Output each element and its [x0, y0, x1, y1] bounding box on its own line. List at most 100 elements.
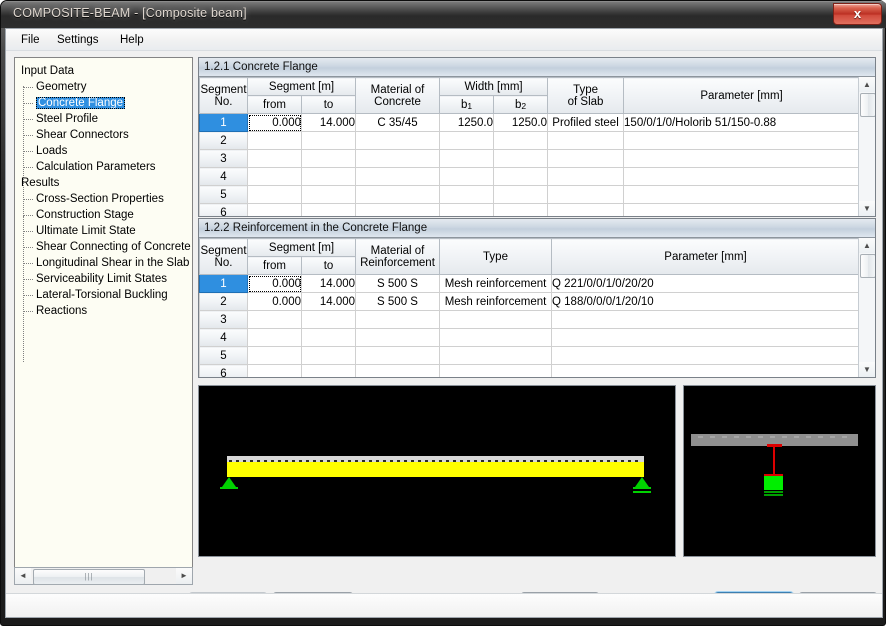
- cell-type[interactable]: [547, 203, 625, 216]
- scroll-up-button[interactable]: ▲: [859, 238, 875, 253]
- tree-item-loads[interactable]: Loads: [22, 144, 67, 159]
- table-row[interactable]: 5: [199, 346, 861, 365]
- cell-from[interactable]: [247, 364, 302, 377]
- table-row[interactable]: 5: [199, 185, 861, 204]
- tree-group-input-data[interactable]: Input Data: [21, 64, 74, 79]
- col-b2[interactable]: b2: [493, 95, 549, 114]
- cell-from[interactable]: 0.000: [247, 292, 302, 311]
- scroll-down-button[interactable]: ▼: [859, 201, 875, 216]
- cell-to[interactable]: [300, 167, 357, 186]
- cell-type[interactable]: [439, 310, 553, 329]
- cell-parameter[interactable]: [623, 185, 861, 204]
- table-row[interactable]: 1 0.000 14.000 S 500 S Mesh reinforcemen…: [199, 274, 861, 293]
- col-b1[interactable]: b1: [439, 95, 495, 114]
- cell-to[interactable]: [300, 346, 357, 365]
- reinforcement-grid[interactable]: Segment No. Segment [m] Material of Rein…: [199, 238, 875, 377]
- col-parameter-mm[interactable]: Parameter [mm]: [623, 77, 861, 114]
- cell-to[interactable]: [300, 364, 357, 377]
- scroll-up-button[interactable]: ▲: [859, 77, 875, 92]
- col-segment-no[interactable]: Segment No.: [199, 238, 248, 275]
- row-header[interactable]: 5: [199, 185, 248, 204]
- cell-b2[interactable]: [493, 167, 549, 186]
- col-width-mm[interactable]: Width [mm]: [439, 77, 549, 96]
- cell-b2[interactable]: [493, 131, 549, 150]
- cell-from[interactable]: [247, 346, 302, 365]
- table-row[interactable]: 3: [199, 310, 861, 329]
- cell-parameter[interactable]: [551, 364, 861, 377]
- cell-from[interactable]: [247, 203, 302, 216]
- cell-material[interactable]: [355, 149, 441, 168]
- menu-settings[interactable]: Settings: [50, 32, 106, 48]
- tree-horizontal-scrollbar[interactable]: ◄ ||| ►: [14, 567, 193, 585]
- cell-material[interactable]: [355, 346, 441, 365]
- cell-b1[interactable]: [439, 149, 495, 168]
- col-segment-to[interactable]: to: [300, 95, 357, 114]
- tree-item-steel-profile[interactable]: Steel Profile: [22, 112, 98, 127]
- col-segment-to[interactable]: to: [300, 256, 357, 275]
- cell-type[interactable]: [547, 149, 625, 168]
- cell-parameter[interactable]: [623, 131, 861, 150]
- row-header[interactable]: 1: [199, 274, 248, 293]
- cell-material[interactable]: [355, 185, 441, 204]
- cell-to[interactable]: [300, 310, 357, 329]
- tree-item-cross-section-properties[interactable]: Cross-Section Properties: [23, 192, 164, 207]
- table-row[interactable]: 6: [199, 203, 861, 216]
- tree-item-calculation-parameters[interactable]: Calculation Parameters: [23, 160, 156, 175]
- cell-parameter[interactable]: [623, 149, 861, 168]
- cell-from[interactable]: 0.000: [247, 113, 302, 132]
- cell-from[interactable]: [247, 149, 302, 168]
- cell-from[interactable]: [247, 328, 302, 347]
- col-segment-from[interactable]: from: [247, 256, 302, 275]
- concrete-flange-grid[interactable]: Segment No. Segment [m] Material of Conc…: [199, 77, 875, 216]
- cell-b2[interactable]: 1250.0: [493, 113, 549, 132]
- cell-from[interactable]: [247, 167, 302, 186]
- scroll-right-button[interactable]: ►: [176, 568, 192, 584]
- row-header[interactable]: 2: [199, 292, 248, 311]
- col-segment-m[interactable]: Segment [m]: [246, 77, 357, 96]
- cell-from[interactable]: 0.000: [247, 274, 302, 293]
- col-parameter-mm[interactable]: Parameter [mm]: [551, 238, 861, 275]
- table-row[interactable]: 4: [199, 328, 861, 347]
- cell-parameter[interactable]: 150/0/1/0/Holorib 51/150-0.88: [623, 113, 861, 132]
- cell-b1[interactable]: [439, 185, 495, 204]
- scrollbar-thumb[interactable]: [860, 93, 875, 117]
- cell-to[interactable]: [300, 203, 357, 216]
- tree-item-geometry[interactable]: Geometry: [23, 80, 87, 95]
- beam-side-view-panel[interactable]: [198, 385, 676, 557]
- cell-from[interactable]: [247, 131, 302, 150]
- table-row[interactable]: 2: [199, 131, 861, 150]
- col-material-of-reinforcement[interactable]: Material of Reinforcement: [355, 238, 441, 275]
- row-header[interactable]: 3: [199, 310, 248, 329]
- col-segment-m[interactable]: Segment [m]: [246, 238, 357, 257]
- cell-parameter[interactable]: [623, 203, 861, 216]
- row-header[interactable]: 2: [199, 131, 248, 150]
- cell-b2[interactable]: [493, 203, 549, 216]
- cell-type[interactable]: [547, 131, 625, 150]
- cell-to[interactable]: [300, 328, 357, 347]
- cell-to[interactable]: [300, 131, 357, 150]
- cell-b1[interactable]: [439, 167, 495, 186]
- cell-type[interactable]: [439, 328, 553, 347]
- navigation-tree[interactable]: Input Data Geometry Concrete Flange Stee…: [14, 57, 193, 585]
- tree-item-reactions[interactable]: Reactions: [22, 304, 87, 319]
- table-row[interactable]: 6: [199, 364, 861, 377]
- row-header[interactable]: 4: [199, 328, 248, 347]
- cell-material[interactable]: [355, 203, 441, 216]
- row-header[interactable]: 3: [199, 149, 248, 168]
- tree-group-results[interactable]: Results: [21, 176, 59, 191]
- scroll-down-button[interactable]: ▼: [859, 362, 875, 377]
- cell-parameter[interactable]: Q 221/0/0/1/0/20/20: [551, 274, 861, 293]
- tree-item-construction-stage[interactable]: Construction Stage: [23, 208, 134, 223]
- col-segment-no[interactable]: Segment No.: [199, 77, 248, 114]
- row-header[interactable]: 5: [199, 346, 248, 365]
- cell-material[interactable]: [355, 364, 441, 377]
- col-type-of-slab[interactable]: Type of Slab: [547, 77, 625, 114]
- cell-type[interactable]: [547, 167, 625, 186]
- row-header[interactable]: 6: [199, 364, 248, 377]
- col-segment-from[interactable]: from: [247, 95, 302, 114]
- row-header[interactable]: 1: [199, 113, 248, 132]
- concrete-flange-vertical-scrollbar[interactable]: ▲ ▼: [858, 77, 875, 216]
- cell-to[interactable]: [300, 149, 357, 168]
- tree-item-lateral-torsional-buckling[interactable]: Lateral-Torsional Buckling: [23, 288, 168, 303]
- tree-item-shear-connecting-of-concrete[interactable]: Shear Connecting of Concrete F: [23, 240, 192, 255]
